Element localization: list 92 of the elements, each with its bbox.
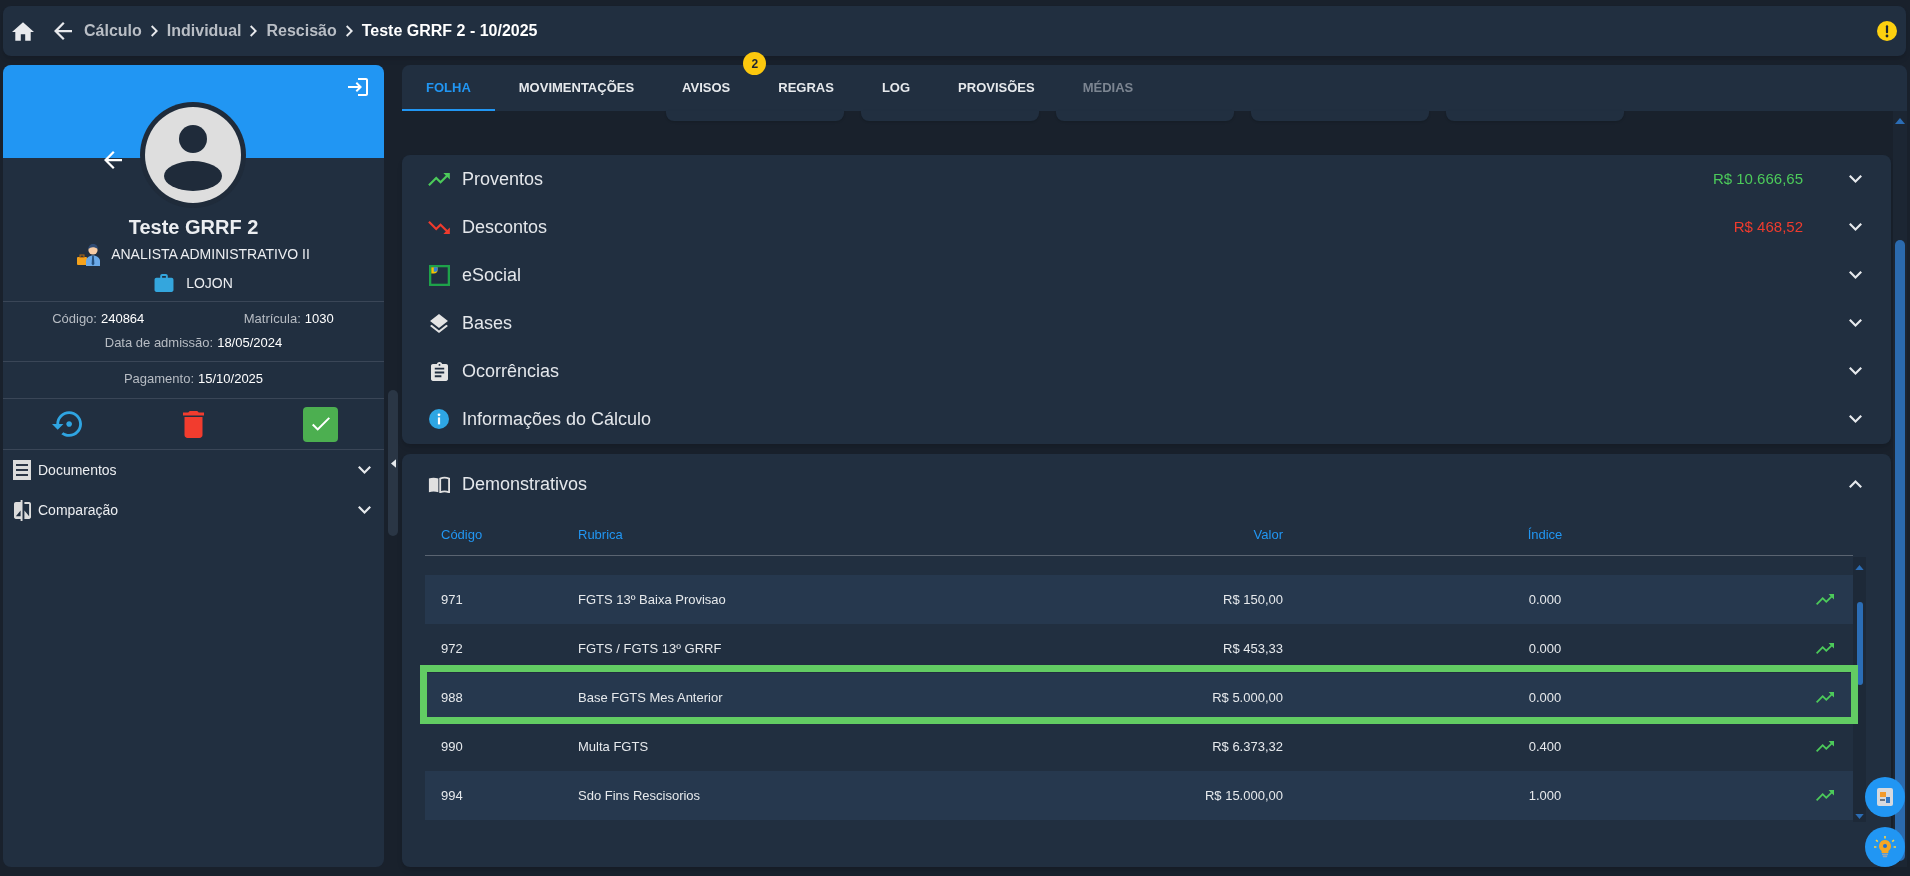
trending-up-icon[interactable] — [1816, 741, 1834, 752]
table-cell-text: FGTS / FGTS 13º GRRF — [578, 639, 723, 658]
table-cell-text: 1.000 — [1527, 786, 1563, 805]
table-cell-text: Base FGTS Mes Anterior — [578, 688, 724, 707]
trending-up-icon[interactable] — [1816, 594, 1834, 605]
amount-text: R$ 10.666,65 — [1712, 168, 1803, 189]
table-cell-text: 971 — [440, 590, 464, 609]
info-icon — [429, 409, 449, 429]
accordion-header[interactable]: eSocial — [402, 251, 1891, 299]
field-label: Pagamento: — [123, 370, 194, 388]
home-icon[interactable] — [12, 21, 34, 41]
accordion-header[interactable]: Demonstrativos — [402, 454, 1891, 514]
table-cell-text: R$ 5.000,00 — [1211, 688, 1283, 707]
worker-icon — [77, 242, 102, 266]
job-title: ANALISTA ADMINISTRATIVO II — [111, 244, 310, 264]
table-cell-text: Multa FGTS — [578, 737, 650, 756]
table-cell-text: 0.000 — [1527, 590, 1563, 609]
employee-name: Teste GRRF 2 — [128, 215, 259, 240]
column-header[interactable]: Código — [425, 524, 578, 545]
breadcrumb-current: Teste GRRF 2 - 10/2025 — [361, 21, 538, 41]
trending-down-icon — [428, 220, 450, 234]
confirm-button[interactable] — [303, 406, 338, 442]
table-cell-text: 0.000 — [1527, 639, 1563, 658]
table-cell-text: R$ 15.000,00 — [1203, 786, 1283, 805]
table-cell-text: 994 — [440, 786, 464, 805]
field-value: 1030 — [304, 310, 334, 328]
chevron-right-icon — [150, 25, 158, 37]
table-cell-text: 990 — [440, 737, 464, 756]
layers-icon — [430, 313, 448, 333]
tab[interactable]: PROVISÕES — [934, 65, 1059, 111]
store-name: LOJON — [186, 273, 233, 293]
check-icon — [311, 417, 330, 431]
column-header[interactable]: Valor — [1018, 524, 1283, 545]
scroll-down-arrow-icon[interactable] — [1855, 814, 1864, 819]
document-chart-icon — [1875, 787, 1895, 807]
accordion-header[interactable]: Proventos R$ 10.666,65 — [402, 155, 1891, 203]
avatar-icon — [140, 102, 246, 208]
trending-up-icon[interactable] — [1816, 643, 1834, 654]
field-value: 240864 — [100, 310, 145, 328]
clipboard-icon — [430, 361, 448, 381]
accordion-header[interactable]: Bases — [402, 299, 1891, 347]
column-header[interactable]: Índice — [1283, 524, 1807, 545]
breadcrumb-link[interactable]: Rescisão — [266, 19, 337, 43]
breadcrumb-link[interactable]: Individual — [166, 19, 242, 43]
collapse-handle[interactable] — [388, 390, 398, 536]
scrollbar-thumb[interactable] — [1895, 240, 1905, 861]
collapse-arrow-icon — [390, 458, 396, 468]
table-cell-text: FGTS 13º Baixa Provisao — [578, 590, 727, 609]
section-toggle[interactable]: Documentos — [3, 450, 384, 490]
lightbulb-icon — [1874, 836, 1896, 858]
trending-up-icon — [428, 172, 450, 186]
circular-arrow-icon[interactable] — [51, 411, 82, 437]
back-arrow-icon[interactable] — [104, 151, 122, 169]
table-cell-text: R$ 6.373,32 — [1211, 737, 1283, 756]
book-icon — [428, 475, 450, 493]
table-cell-text: Sdo Fins Rescisorios — [578, 786, 702, 805]
folded-square-icon — [428, 264, 450, 286]
tab[interactable]: FOLHA — [402, 65, 495, 111]
field-value: 15/10/2025 — [198, 370, 264, 388]
accordion-header[interactable]: Descontos R$ 468,52 — [402, 203, 1891, 251]
chevron-right-icon — [345, 25, 353, 37]
field-label: Código: — [52, 310, 97, 328]
trash-icon[interactable] — [183, 410, 204, 438]
table-cell-text: 972 — [440, 639, 464, 658]
field-value: 18/05/2024 — [217, 334, 283, 352]
back-arrow-icon[interactable] — [54, 22, 72, 40]
exit-icon[interactable] — [348, 78, 368, 96]
column-header[interactable]: Rubrica — [578, 524, 1018, 545]
table-cell-text: R$ 150,00 — [1222, 590, 1283, 609]
amount-text: R$ 468,52 — [1733, 216, 1803, 237]
chevron-right-icon — [250, 25, 258, 37]
field-label: Data de admissão: — [104, 334, 214, 352]
trending-up-icon[interactable] — [1816, 790, 1834, 801]
scroll-up-arrow-icon[interactable] — [1895, 118, 1905, 124]
table-cell-text: R$ 453,33 — [1222, 639, 1283, 658]
list-document-icon — [13, 460, 31, 480]
trending-up-icon[interactable] — [1816, 692, 1834, 703]
scrollbar-thumb[interactable] — [1856, 602, 1863, 685]
table-cell-text: 0.400 — [1527, 737, 1563, 756]
table-cell-text: 0.000 — [1527, 688, 1563, 707]
table-cell-text: 988 — [440, 688, 464, 707]
scroll-up-arrow-icon[interactable] — [1855, 565, 1864, 570]
section-toggle[interactable]: Comparação — [3, 490, 384, 530]
field-label: Matrícula: — [243, 310, 301, 328]
compare-icon — [13, 499, 31, 521]
breadcrumb-link[interactable]: Cálculo — [84, 19, 142, 43]
tab[interactable]: LOG — [857, 65, 935, 111]
accordion-header[interactable]: Informações do Cálculo — [402, 395, 1891, 443]
warning-icon[interactable] — [1877, 21, 1897, 41]
tab[interactable]: MOVIMENTAÇÕES — [494, 65, 659, 111]
accordion-header[interactable]: Ocorrências — [402, 347, 1891, 395]
briefcase-icon — [154, 274, 175, 292]
